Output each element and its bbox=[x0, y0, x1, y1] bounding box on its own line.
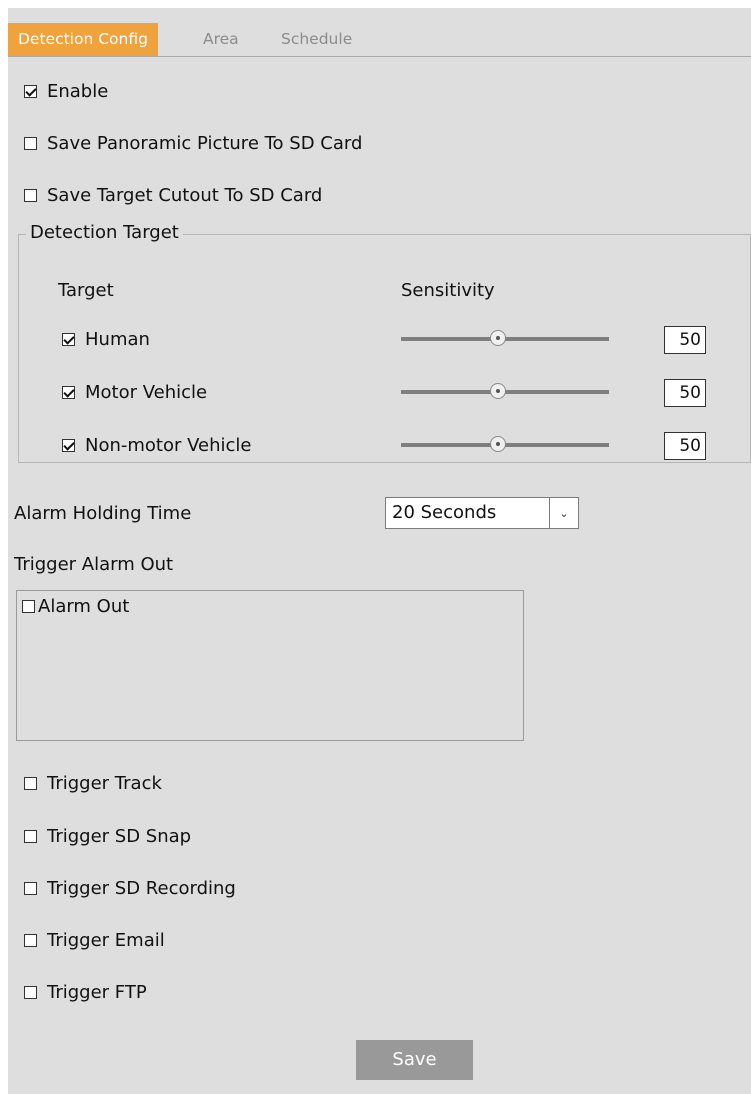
slider-thumb[interactable] bbox=[490, 436, 506, 452]
human-label: Human bbox=[85, 328, 150, 350]
trigger-ftp-checkbox[interactable] bbox=[24, 985, 37, 999]
trigger-alarm-out-label: Trigger Alarm Out bbox=[14, 553, 174, 575]
human-checkbox[interactable] bbox=[62, 332, 75, 346]
save-cutout-checkbox[interactable] bbox=[24, 188, 37, 202]
save-button[interactable]: Save bbox=[356, 1040, 473, 1080]
save-cutout-row[interactable]: Save Target Cutout To SD Card bbox=[24, 182, 322, 208]
save-cutout-label: Save Target Cutout To SD Card bbox=[47, 184, 323, 206]
detection-target-legend: Detection Target bbox=[26, 220, 183, 246]
trigger-track-checkbox[interactable] bbox=[24, 776, 37, 790]
slider-thumb[interactable] bbox=[490, 330, 506, 346]
trigger-email-checkbox[interactable] bbox=[24, 933, 37, 947]
alarm-out-item[interactable]: Alarm Out bbox=[22, 593, 129, 619]
tab-detection-config[interactable]: Detection Config bbox=[8, 23, 158, 56]
human-sensitivity-slider[interactable] bbox=[401, 326, 609, 352]
trigger-ftp-label: Trigger FTP bbox=[47, 981, 147, 1003]
trigger-track-label: Trigger Track bbox=[47, 772, 162, 794]
non-motor-vehicle-label: Non-motor Vehicle bbox=[85, 434, 252, 456]
trigger-sd-snap-checkbox[interactable] bbox=[24, 829, 37, 843]
alarm-holding-value: 20 Seconds bbox=[392, 502, 497, 523]
detection-config-panel: Detection Config Area Schedule Enable Sa… bbox=[8, 8, 751, 1094]
trigger-email-label: Trigger Email bbox=[47, 929, 165, 951]
motor-vehicle-checkbox[interactable] bbox=[62, 385, 75, 399]
motor-vehicle-sensitivity-input[interactable]: 50 bbox=[664, 379, 706, 407]
trigger-sd-recording-label: Trigger SD Recording bbox=[47, 877, 236, 899]
non-motor-vehicle-sensitivity-slider[interactable] bbox=[401, 432, 609, 458]
trigger-ftp-row[interactable]: Trigger FTP bbox=[24, 979, 147, 1005]
save-panoramic-checkbox[interactable] bbox=[24, 136, 37, 150]
chevron-down-icon[interactable]: ⌄ bbox=[549, 498, 578, 528]
non-motor-vehicle-sensitivity-input[interactable]: 50 bbox=[664, 432, 706, 460]
trigger-sd-recording-checkbox[interactable] bbox=[24, 881, 37, 895]
tab-bar: Detection Config Area Schedule bbox=[8, 23, 751, 57]
target-row-motor-vehicle[interactable]: Motor Vehicle bbox=[62, 379, 207, 405]
save-panoramic-label: Save Panoramic Picture To SD Card bbox=[47, 132, 363, 154]
non-motor-vehicle-checkbox[interactable] bbox=[62, 438, 75, 452]
tab-schedule[interactable]: Schedule bbox=[281, 23, 352, 56]
enable-row[interactable]: Enable bbox=[24, 78, 108, 104]
save-panoramic-row[interactable]: Save Panoramic Picture To SD Card bbox=[24, 130, 362, 156]
enable-checkbox[interactable] bbox=[24, 84, 37, 98]
alarm-holding-select[interactable]: 20 Seconds ⌄ bbox=[385, 497, 579, 529]
target-row-human[interactable]: Human bbox=[62, 326, 150, 352]
alarm-out-list: Alarm Out bbox=[16, 590, 524, 741]
motor-vehicle-label: Motor Vehicle bbox=[85, 381, 208, 403]
motor-vehicle-sensitivity-slider[interactable] bbox=[401, 379, 609, 405]
trigger-email-row[interactable]: Trigger Email bbox=[24, 927, 165, 953]
human-sensitivity-input[interactable]: 50 bbox=[664, 326, 706, 354]
trigger-track-row[interactable]: Trigger Track bbox=[24, 770, 162, 796]
sensitivity-column-header: Sensitivity bbox=[401, 279, 495, 301]
enable-label: Enable bbox=[47, 80, 109, 102]
trigger-sd-snap-row[interactable]: Trigger SD Snap bbox=[24, 823, 191, 849]
trigger-sd-recording-row[interactable]: Trigger SD Recording bbox=[24, 875, 236, 901]
alarm-out-label: Alarm Out bbox=[38, 595, 130, 617]
alarm-out-checkbox[interactable] bbox=[22, 599, 35, 613]
alarm-holding-label: Alarm Holding Time bbox=[14, 502, 192, 524]
slider-thumb[interactable] bbox=[490, 383, 506, 399]
target-row-non-motor-vehicle[interactable]: Non-motor Vehicle bbox=[62, 432, 252, 458]
tab-area[interactable]: Area bbox=[203, 23, 239, 56]
trigger-sd-snap-label: Trigger SD Snap bbox=[47, 825, 192, 847]
target-column-header: Target bbox=[58, 279, 114, 301]
